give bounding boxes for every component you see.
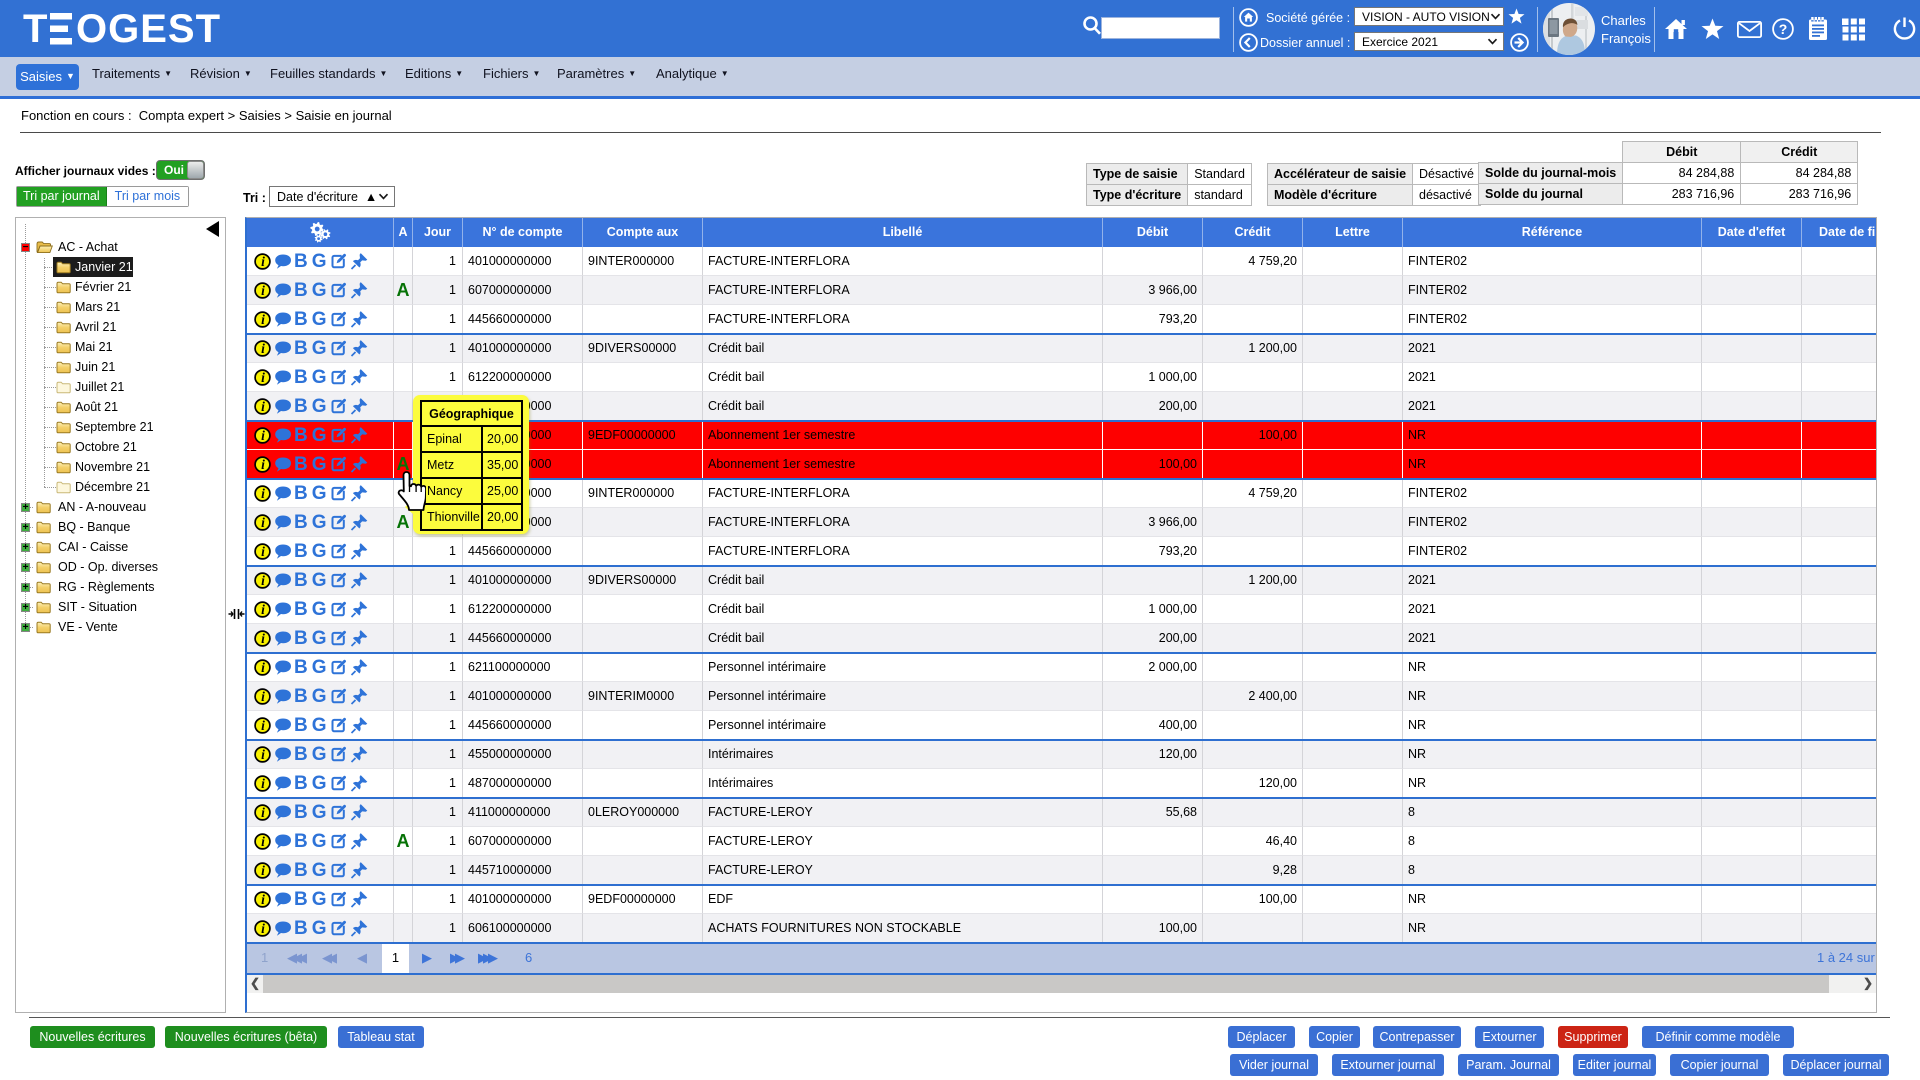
svg-text:i: i <box>261 921 265 936</box>
svg-text:i: i <box>261 341 265 356</box>
svg-text:?: ? <box>1779 21 1788 37</box>
svg-text:i: i <box>261 544 265 559</box>
svg-text:i: i <box>261 515 265 530</box>
svg-text:i: i <box>261 283 265 298</box>
svg-text:i: i <box>261 776 265 791</box>
svg-text:i: i <box>261 457 265 472</box>
svg-text:i: i <box>261 689 265 704</box>
svg-text:i: i <box>261 631 265 646</box>
svg-text:i: i <box>261 573 265 588</box>
svg-text:OGEST: OGEST <box>76 9 221 49</box>
svg-text:i: i <box>261 718 265 733</box>
svg-text:i: i <box>261 370 265 385</box>
svg-text:i: i <box>261 863 265 878</box>
svg-text:i: i <box>261 486 265 501</box>
svg-text:i: i <box>261 805 265 820</box>
svg-text:i: i <box>261 399 265 414</box>
svg-text:T: T <box>23 9 48 49</box>
svg-text:i: i <box>261 254 265 269</box>
svg-text:i: i <box>261 428 265 443</box>
svg-text:i: i <box>261 892 265 907</box>
svg-text:i: i <box>261 312 265 327</box>
svg-text:i: i <box>261 660 265 675</box>
svg-text:i: i <box>261 834 265 849</box>
svg-text:i: i <box>261 602 265 617</box>
svg-text:i: i <box>261 747 265 762</box>
